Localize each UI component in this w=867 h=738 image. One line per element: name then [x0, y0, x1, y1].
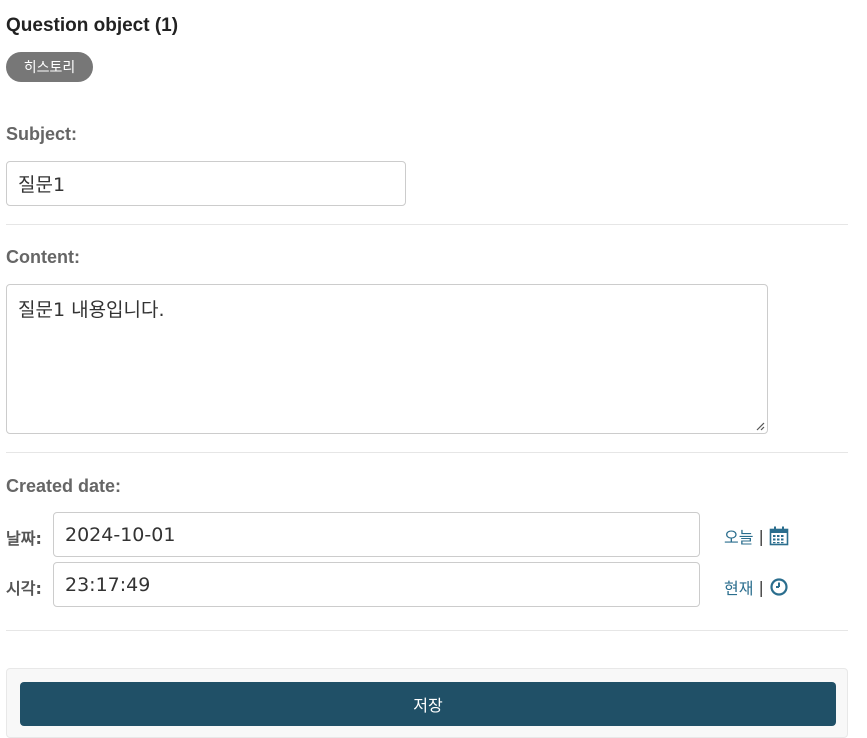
date-label: 날짜:: [6, 529, 42, 548]
time-label: 시각:: [6, 579, 42, 598]
time-shortcuts: 현재 |: [724, 575, 789, 599]
today-link[interactable]: 오늘: [724, 524, 753, 548]
divider: [6, 224, 848, 225]
content-textarea[interactable]: 질문1 내용입니다.: [6, 284, 768, 434]
now-link[interactable]: 현재: [724, 575, 753, 599]
save-button[interactable]: 저장: [20, 682, 836, 726]
resize-handle-icon[interactable]: [756, 422, 765, 431]
submit-row: 저장: [6, 668, 848, 738]
content-label: Content:: [6, 247, 80, 267]
date-shortcuts: 오늘 |: [724, 524, 789, 548]
separator: |: [758, 526, 764, 546]
history-button[interactable]: 히스토리: [6, 52, 93, 82]
separator: |: [758, 577, 764, 597]
divider: [6, 630, 848, 631]
calendar-icon[interactable]: [769, 526, 789, 546]
time-input[interactable]: 23:17:49: [53, 562, 700, 607]
subject-input[interactable]: 질문1: [6, 161, 406, 206]
page-title: Question object (1): [6, 15, 179, 36]
clock-icon[interactable]: [769, 577, 789, 597]
date-input[interactable]: 2024-10-01: [53, 512, 700, 557]
content-text: 질문1 내용입니다.: [18, 299, 165, 321]
divider: [6, 452, 848, 453]
created-date-label: Created date:: [6, 476, 122, 496]
subject-label: Subject:: [6, 124, 78, 144]
